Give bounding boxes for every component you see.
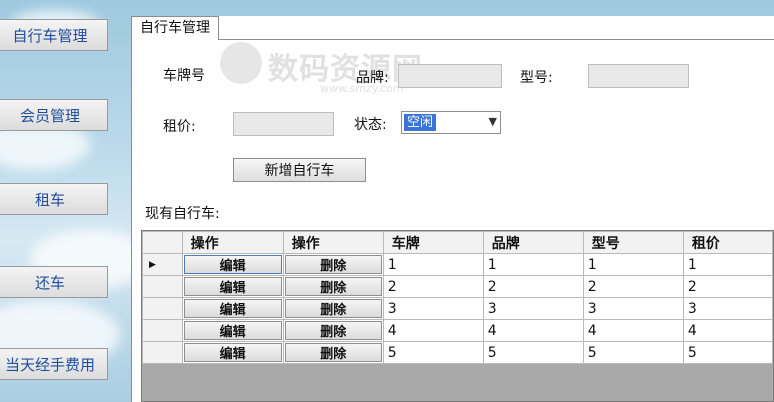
price-label: 租价: [163,119,196,135]
column-header-action-delete[interactable]: 操作 [282,231,384,254]
table-row[interactable]: 编辑 删除 3 3 3 3 [142,297,773,320]
bike-list-label: 现有自行车: [145,206,220,222]
brand-cell[interactable]: 2 [482,275,584,298]
edit-button[interactable]: 编辑 [183,321,282,340]
sidebar-item-label: 自行车管理 [12,26,88,45]
sidebar-item-member-management[interactable]: 会员管理 [0,99,108,131]
column-header-model[interactable]: 型号 [582,231,684,254]
table-row[interactable]: 编辑 删除 2 2 2 2 [142,275,773,298]
edit-button[interactable]: 编辑 [183,255,282,274]
delete-button[interactable]: 删除 [284,255,382,274]
edit-cell: 编辑 [181,319,284,342]
table-row[interactable]: 编辑 删除 4 4 4 4 [142,319,773,342]
row-header-corner [142,231,183,254]
status-selected-value: 空闲 [404,114,437,131]
sidebar-item-label: 会员管理 [19,106,80,125]
add-bike-button[interactable]: 新增自行车 [233,158,366,182]
edit-cell: 编辑 [181,341,284,364]
delete-cell: 删除 [282,253,384,276]
table-row[interactable]: 编辑 删除 5 5 5 5 [142,341,773,364]
sidebar-item-daily-fees[interactable]: 当天经手费用 [0,348,108,380]
row-header [142,297,183,320]
model-cell[interactable]: 2 [582,275,684,298]
edit-cell: 编辑 [181,297,284,320]
plate-cell[interactable]: 3 [382,297,484,320]
current-row-indicator-icon: ▶ [142,253,183,276]
model-label: 型号: [520,70,553,86]
delete-button[interactable]: 删除 [284,343,382,362]
price-cell[interactable]: 1 [682,253,773,276]
model-cell[interactable]: 3 [582,297,684,320]
status-select[interactable]: 空闲 ▼ [401,111,501,134]
row-header [142,275,183,298]
plate-label: 车牌号 [163,68,205,84]
delete-button[interactable]: 删除 [284,277,382,296]
brand-cell[interactable]: 4 [482,319,584,342]
sidebar-item-return[interactable]: 还车 [0,266,108,298]
delete-cell: 删除 [282,275,384,298]
price-cell[interactable]: 5 [682,341,773,364]
brand-cell[interactable]: 5 [482,341,584,364]
table-row[interactable]: ▶ 编辑 删除 1 1 1 1 [142,253,773,276]
status-label: 状态: [354,117,387,133]
bike-grid[interactable]: 操作 操作 车牌 品牌 型号 租价 ▶ 编辑 删除 1 1 1 1 编辑 删除 [141,230,774,402]
delete-cell: 删除 [282,297,384,320]
plate-cell[interactable]: 5 [382,341,484,364]
sidebar-item-label: 还车 [34,273,65,292]
sidebar-item-label: 租车 [34,190,65,209]
brand-input[interactable] [398,64,502,88]
model-cell[interactable]: 5 [582,341,684,364]
plate-cell[interactable]: 1 [382,253,484,276]
price-cell[interactable]: 2 [682,275,773,298]
edit-cell: 编辑 [181,275,284,298]
delete-cell: 删除 [282,341,384,364]
sidebar-item-label: 当天经手费用 [4,355,95,374]
column-header-price[interactable]: 租价 [682,231,773,254]
column-header-plate[interactable]: 车牌 [382,231,484,254]
tab-bike-management[interactable]: 自行车管理 [131,16,219,40]
edit-button[interactable]: 编辑 [183,277,282,296]
plate-cell[interactable]: 2 [382,275,484,298]
price-cell[interactable]: 4 [682,319,773,342]
row-header [142,341,183,364]
edit-button[interactable]: 编辑 [183,343,282,362]
model-cell[interactable]: 1 [582,253,684,276]
tab-label: 自行车管理 [140,20,210,36]
delete-button[interactable]: 删除 [284,321,382,340]
price-cell[interactable]: 3 [682,297,773,320]
column-header-action-edit[interactable]: 操作 [181,231,284,254]
plate-cell[interactable]: 4 [382,319,484,342]
edit-cell: 编辑 [181,253,284,276]
watermark-logo [220,42,262,84]
brand-label: 品牌: [356,70,389,86]
delete-button[interactable]: 删除 [284,299,382,318]
row-header [142,319,183,342]
bike-table: 操作 操作 车牌 品牌 型号 租价 ▶ 编辑 删除 1 1 1 1 编辑 删除 [142,231,773,364]
brand-cell[interactable]: 1 [482,253,584,276]
sidebar-item-bike-management[interactable]: 自行车管理 [0,19,108,51]
edit-button[interactable]: 编辑 [183,299,282,318]
price-input[interactable] [233,112,334,136]
model-input[interactable] [588,64,689,88]
model-cell[interactable]: 4 [582,319,684,342]
column-header-brand[interactable]: 品牌 [482,231,584,254]
chevron-down-icon[interactable]: ▼ [489,115,497,128]
brand-cell[interactable]: 3 [482,297,584,320]
sidebar-item-rent[interactable]: 租车 [0,183,108,215]
delete-cell: 删除 [282,319,384,342]
table-header-row: 操作 操作 车牌 品牌 型号 租价 [142,231,773,254]
